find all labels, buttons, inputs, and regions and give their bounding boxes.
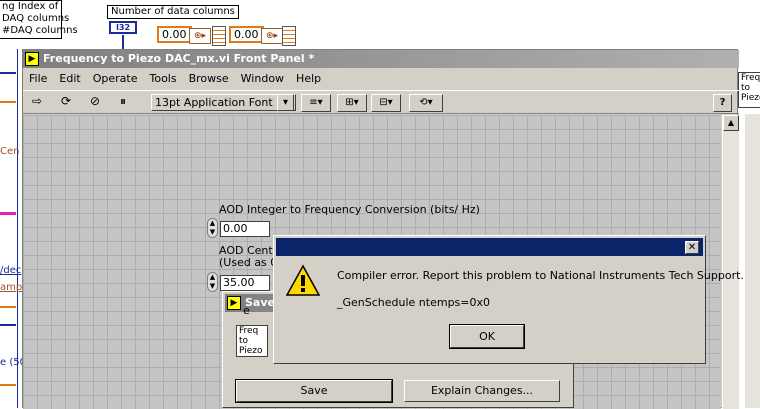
align-objects-button[interactable]: ≡▾ bbox=[301, 94, 331, 112]
pause-button[interactable]: ⏸ bbox=[113, 93, 133, 111]
left-text-dec: /dec bbox=[0, 265, 22, 276]
close-glyph: ✕ bbox=[687, 242, 697, 253]
window-title: Frequency to Piezo DAC_mx.vi Front Panel… bbox=[43, 52, 315, 65]
labview-arrow-icon: ▶ bbox=[25, 52, 39, 66]
save-icon-line-2: to bbox=[239, 336, 249, 346]
left-text-amp: amp bbox=[0, 282, 23, 293]
distribute-objects-button[interactable]: ⊞▾ bbox=[337, 94, 367, 112]
left-wire-blue bbox=[0, 72, 16, 74]
error-message: Compiler error. Report this problem to N… bbox=[337, 269, 744, 282]
save-labview-icon: ▶ bbox=[227, 296, 241, 310]
i32-tag: I32 bbox=[115, 23, 131, 32]
font-select[interactable]: 13pt Application Font bbox=[151, 94, 296, 111]
menu-operate[interactable]: Operate bbox=[93, 72, 138, 85]
ok-button-label: OK bbox=[479, 330, 495, 343]
left-label-3: #DAQ columns bbox=[2, 25, 78, 36]
array-build-icon: ⊕▸ bbox=[189, 28, 211, 44]
right-icon-line-2: to bbox=[741, 83, 751, 93]
array-indicator-icon bbox=[212, 26, 226, 46]
toolbar: ⇨ ⟳ ⊘ ⏸ 13pt Application Font ▾ ≡▾ ⊞▾ ⊟▾… bbox=[23, 90, 739, 114]
right-icon-line-1: Freq bbox=[741, 73, 760, 83]
left-label-1: ng Index of bbox=[2, 1, 59, 12]
left-wire-pink bbox=[0, 212, 16, 215]
save-icon-line-1: Freq bbox=[239, 326, 259, 336]
array-build-icon-2: ⊕▸ bbox=[261, 28, 283, 44]
aod-int-spin[interactable]: ▲ ▼ bbox=[207, 218, 218, 238]
close-icon[interactable]: ✕ bbox=[685, 241, 699, 254]
left-wire-orange-2 bbox=[0, 306, 16, 308]
resize-objects-button[interactable]: ⊟▾ bbox=[371, 94, 401, 112]
vertical-scrollbar[interactable]: ▲ bbox=[722, 115, 739, 409]
right-icon-line-3: Piezo bbox=[741, 93, 760, 103]
array-indicator-icon-2 bbox=[282, 26, 296, 46]
index-label-box: ng Index of DAQ columns #DAQ columns bbox=[0, 0, 78, 39]
menu-edit[interactable]: Edit bbox=[59, 72, 80, 85]
save-icon-line-3: Piezo bbox=[239, 346, 263, 356]
i32-indicator[interactable]: I32 bbox=[109, 21, 137, 34]
window-titlebar[interactable]: ▶ Frequency to Piezo DAC_mx.vi Front Pan… bbox=[23, 50, 739, 68]
explain-changes-button[interactable]: Explain Changes... bbox=[404, 380, 560, 402]
left-text-cen: Cen bbox=[0, 146, 20, 157]
menu-file[interactable]: File bbox=[29, 72, 47, 85]
menu-bar: File Edit Operate Tools Browse Window Help bbox=[23, 69, 739, 89]
i32-wire bbox=[122, 35, 124, 49]
menu-help[interactable]: Help bbox=[296, 72, 321, 85]
font-dropdown-arrow[interactable]: ▾ bbox=[277, 94, 294, 111]
numeric-constant-2[interactable]: 0.00 bbox=[229, 26, 264, 43]
run-arrow-button[interactable]: ⇨ bbox=[27, 93, 47, 111]
error-dialog: ✕ Compiler error. Report this problem to… bbox=[273, 235, 744, 364]
save-partial-text: e bbox=[243, 304, 250, 317]
right-scroll-fragment bbox=[744, 114, 760, 408]
menu-window[interactable]: Window bbox=[241, 72, 284, 85]
left-wire-blue-2 bbox=[0, 324, 16, 326]
left-label-2: DAQ columns bbox=[2, 13, 70, 24]
aod-center-spin[interactable]: ▲ ▼ bbox=[207, 272, 218, 292]
scroll-up-arrow[interactable]: ▲ bbox=[723, 115, 739, 131]
aod-int-field[interactable]: 0.00 bbox=[220, 221, 270, 237]
warning-icon bbox=[285, 264, 321, 298]
numeric-constant-1[interactable]: 0.00 bbox=[157, 26, 192, 43]
font-select-value: 13pt Application Font bbox=[155, 96, 273, 109]
ok-button[interactable]: OK bbox=[449, 324, 525, 349]
save-button-label: Save bbox=[300, 384, 328, 397]
left-wire-orange-3 bbox=[0, 384, 16, 386]
run-continuous-button[interactable]: ⟳ bbox=[55, 93, 77, 111]
num-columns-label: Number of data columns bbox=[107, 5, 239, 19]
menu-browse[interactable]: Browse bbox=[189, 72, 229, 85]
save-button[interactable]: Save bbox=[235, 379, 393, 403]
help-icon: ? bbox=[719, 97, 726, 108]
aod-center-field[interactable]: 35.00 bbox=[220, 275, 270, 291]
reorder-button[interactable]: ⟲▾ bbox=[409, 94, 443, 112]
error-dialog-titlebar[interactable]: ✕ bbox=[276, 238, 703, 256]
aod-int-label: AOD Integer to Frequency Conversion (bit… bbox=[219, 203, 480, 216]
left-wire-orange bbox=[0, 101, 16, 103]
abort-button[interactable]: ⊘ bbox=[85, 93, 105, 111]
right-vi-icon: Freq to Piezo bbox=[738, 72, 760, 108]
error-detail: _GenSchedule ntemps=0x0 bbox=[337, 296, 491, 309]
left-frame-line bbox=[17, 49, 18, 408]
explain-button-label: Explain Changes... bbox=[430, 384, 534, 397]
help-button[interactable]: ? bbox=[713, 94, 732, 112]
save-vi-icon: Freq to Piezo bbox=[236, 325, 268, 357]
menu-tools[interactable]: Tools bbox=[150, 72, 177, 85]
